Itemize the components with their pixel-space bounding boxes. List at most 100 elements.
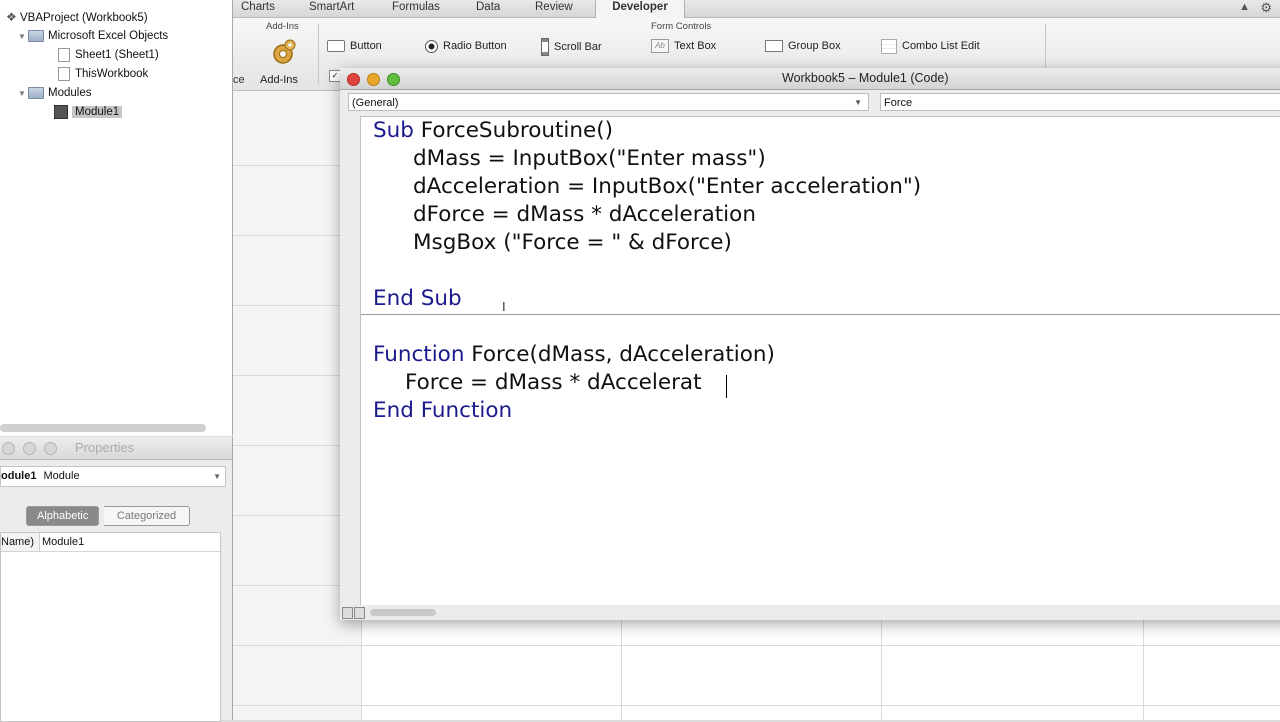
object-name: odule1 — [1, 470, 37, 482]
button-control-label: Button — [350, 40, 382, 52]
tree-excel-objects-label: Microsoft Excel Objects — [48, 30, 169, 42]
full-module-view-icon[interactable] — [354, 607, 365, 619]
combo-list-edit-control[interactable]: Combo List Edit — [881, 38, 980, 54]
procedure-separator — [361, 314, 1280, 315]
tree-vbaproject-label: VBAProject (Workbook5) — [20, 12, 148, 24]
collapse-ribbon-icon[interactable]: ▲ — [1239, 1, 1250, 13]
keyword: Sub — [373, 118, 414, 143]
close-light-icon[interactable] — [347, 73, 360, 86]
property-row-name[interactable]: Name) Module1 — [1, 533, 220, 552]
code-window-footer — [340, 605, 1280, 620]
group-box-control[interactable]: Group Box — [765, 38, 841, 54]
module-icon — [54, 104, 68, 119]
group-separator — [318, 24, 319, 84]
object-type: Module — [43, 470, 80, 482]
tree-modules[interactable]: ▼ Modules — [18, 84, 91, 102]
disclosure-triangle-icon[interactable]: ▼ — [18, 28, 28, 46]
folder-icon — [28, 29, 44, 42]
code-line-5: MsgBox ("Force = " & dForce) — [413, 230, 732, 255]
tab-developer[interactable]: Developer — [595, 0, 685, 18]
tab-formulas[interactable]: Formulas — [386, 0, 446, 17]
code-editor[interactable]: Sub ForceSubroutine() dMass = InputBox("… — [360, 116, 1280, 606]
text-box-label: Text Box — [674, 40, 717, 52]
tab-smartart[interactable]: SmartArt — [303, 0, 360, 17]
tab-categorized[interactable]: Categorized — [104, 506, 190, 526]
minimize-light-icon[interactable] — [367, 73, 380, 86]
properties-window: Properties odule1 Module ▼ Alphabetic Ca… — [0, 437, 233, 722]
code-line-6: End Sub — [373, 286, 462, 311]
object-selector[interactable]: odule1 Module ▼ — [0, 466, 226, 487]
procedure-combo-value: Force — [884, 97, 913, 109]
text-box-control[interactable]: Ab Text Box — [651, 38, 716, 54]
zoom-light-icon[interactable] — [44, 442, 57, 455]
project-horizontal-scrollbar[interactable] — [0, 424, 206, 432]
code-window: Workbook5 – Module1 (Code) (General) ▼ F… — [340, 68, 1280, 620]
tree-vbaproject[interactable]: ❖ VBAProject (Workbook5) — [6, 8, 148, 26]
addins-button[interactable]: Add-Ins — [260, 72, 298, 88]
button-control[interactable]: Button — [327, 38, 382, 54]
code-margin — [340, 116, 360, 605]
sheet-icon — [58, 47, 70, 62]
code-text: Force(dMass, dAcceleration) — [464, 342, 775, 367]
form-controls-group-title: Form Controls — [651, 21, 712, 32]
text-box-icon: Ab — [651, 39, 669, 54]
tree-thisworkbook-label: ThisWorkbook — [75, 68, 149, 80]
ibeam-cursor-icon: I — [502, 299, 506, 314]
procedure-view-icon[interactable] — [342, 607, 353, 619]
properties-grid: Name) Module1 — [0, 532, 221, 722]
scroll-bar-icon — [541, 38, 549, 56]
tab-charts[interactable]: Charts — [235, 0, 281, 17]
object-combo-value: (General) — [352, 97, 399, 109]
scroll-bar-label: Scroll Bar — [554, 40, 602, 53]
chevron-down-icon[interactable]: ▼ — [213, 467, 221, 486]
button-icon — [327, 40, 345, 53]
properties-title-bar[interactable]: Properties — [0, 437, 232, 460]
gear-icon[interactable]: ⚙ — [1260, 0, 1272, 16]
code-line-4: dForce = dMass * dAcceleration — [413, 202, 756, 227]
code-text: ForceSubroutine() — [413, 118, 614, 143]
addins-group-title: Add-Ins — [266, 21, 299, 32]
code-line-9: End Function — [373, 398, 513, 423]
object-combo[interactable]: (General) ▼ — [348, 93, 869, 111]
tree-modules-label: Modules — [48, 87, 92, 99]
workbook-icon — [58, 66, 70, 81]
code-window-title: Workbook5 – Module1 (Code) — [782, 71, 949, 85]
procedure-combo[interactable]: Force — [880, 93, 1280, 111]
ribbon-tabs: Charts SmartArt Formulas Data Review Dev… — [233, 0, 1280, 18]
code-line-8: Force = dMass * dAccelerat — [405, 370, 702, 395]
tree-thisworkbook[interactable]: ThisWorkbook — [58, 65, 148, 83]
tree-module1[interactable]: Module1 — [54, 103, 123, 121]
folder-icon — [28, 86, 44, 99]
radio-button-control[interactable]: Radio Button — [425, 38, 507, 54]
tab-alphabetic[interactable]: Alphabetic — [26, 506, 100, 526]
group-box-icon — [765, 40, 783, 53]
minimize-light-icon[interactable] — [23, 442, 36, 455]
project-explorer: ❖ VBAProject (Workbook5) ▼ Microsoft Excel… — [0, 0, 233, 436]
code-horizontal-scrollbar[interactable] — [370, 609, 436, 616]
tree-module1-label: Module1 — [72, 106, 123, 118]
tree-excel-objects[interactable]: ▼ Microsoft Excel Objects — [18, 27, 168, 45]
vbaproject-icon: ❖ — [6, 10, 17, 24]
tree-sheet1[interactable]: Sheet1 (Sheet1) — [58, 46, 159, 64]
combo-list-edit-label: Combo List Edit — [902, 40, 980, 52]
disclosure-triangle-icon[interactable]: ▼ — [18, 85, 28, 103]
radio-icon — [425, 39, 438, 53]
tab-review[interactable]: Review — [529, 0, 579, 17]
radio-button-label: Radio Button — [443, 40, 507, 52]
code-line-3: dAcceleration = InputBox("Enter accelera… — [413, 174, 922, 199]
properties-title: Properties — [75, 440, 135, 455]
addins-gear-icon — [269, 38, 297, 71]
code-line-7: Function Force(dMass, dAcceleration) — [373, 341, 775, 369]
scroll-bar-control[interactable]: Scroll Bar — [541, 38, 602, 56]
property-value[interactable]: Module1 — [42, 533, 84, 551]
keyword: Function — [373, 342, 465, 367]
text-caret — [726, 375, 727, 398]
code-window-title-bar[interactable]: Workbook5 – Module1 (Code) — [340, 68, 1280, 90]
close-light-icon[interactable] — [2, 442, 15, 455]
zoom-light-icon[interactable] — [387, 73, 400, 86]
combo-list-icon — [881, 38, 897, 54]
partial-ribbon-label: ce — [233, 74, 245, 86]
chevron-down-icon[interactable]: ▼ — [854, 94, 862, 112]
property-key: Name) — [1, 533, 40, 551]
tab-data[interactable]: Data — [470, 0, 506, 17]
